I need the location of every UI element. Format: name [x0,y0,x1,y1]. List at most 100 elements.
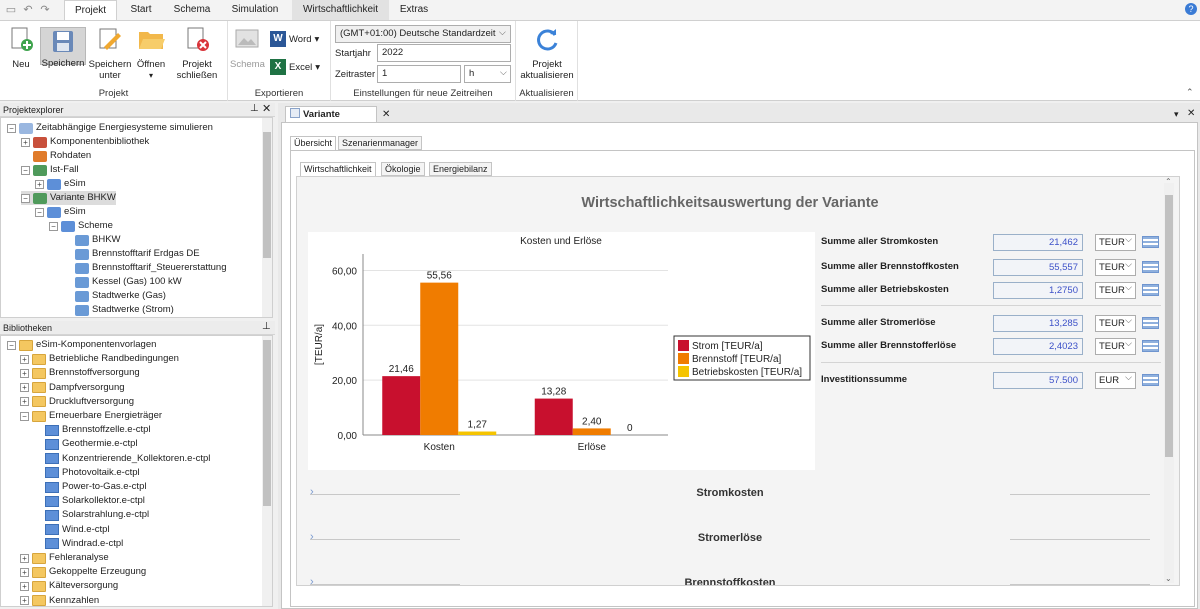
tree-item[interactable]: BHKW [63,233,121,247]
content-scrollbar[interactable]: ⌃ ⌄ [1164,177,1174,583]
tab-simulation[interactable]: Simulation [224,0,286,20]
redo-icon[interactable]: ↷ [37,2,53,18]
app-menu-icon[interactable]: ▭ [3,2,19,18]
pin-icon[interactable]: ⊥ [250,103,259,114]
summary-value[interactable]: 1,2750 [993,282,1083,299]
tab-start[interactable]: Start [121,0,161,20]
details-list-icon[interactable] [1142,236,1159,248]
library-template[interactable]: Solarstrahlung.e-ctpl [33,508,149,522]
tree-scrollbar[interactable] [262,118,272,317]
summary-unit-select[interactable]: TEUR [1095,313,1136,332]
expand-icon[interactable]: + [20,368,29,378]
summary-unit-select[interactable]: TEUR [1095,232,1136,251]
save-as-button[interactable]: Speichern unter [88,25,132,81]
library-folder[interactable]: + Dampfversorgung [20,381,125,395]
tab-energiebilanz[interactable]: Energiebilanz [429,162,492,176]
summary-unit-select[interactable]: TEUR [1095,280,1136,299]
open-dropdown-icon[interactable]: ▾ [149,71,153,80]
library-template[interactable]: Power-to-Gas.e-ctpl [33,480,146,494]
tree-item[interactable]: Stadtwerke (Strom) [63,303,174,317]
close-project-button[interactable]: Projekt schließen [174,25,220,81]
tree-scrollbar[interactable] [262,336,272,606]
tree-item[interactable]: − Variante BHKW [21,191,116,205]
scroll-up-icon[interactable]: ⌃ [1165,177,1172,186]
open-button[interactable]: Öffnen ▾ [134,25,168,81]
tab-projekt[interactable]: Projekt [64,0,117,20]
tab-schema[interactable]: Schema [168,0,216,20]
expand-icon[interactable]: + [20,581,29,591]
library-template[interactable]: Geothermie.e-ctpl [33,437,138,451]
summary-value[interactable]: 21,462 [993,234,1083,251]
close-document-icon[interactable]: ✕ [1187,108,1195,119]
library-folder[interactable]: + Gekoppelte Erzeugung [20,565,146,579]
tab-uebersicht[interactable]: Übersicht [290,136,337,150]
library-folder[interactable]: − Erneuerbare Energieträger [20,409,162,423]
collapse-icon[interactable]: − [7,340,16,350]
section-stromerloese[interactable]: › Stromerlöse [300,525,1160,553]
zeitraster-input[interactable]: 1 [377,65,461,83]
startjahr-input[interactable]: 2022 [377,44,511,62]
summary-unit-select[interactable]: TEUR [1095,336,1136,355]
library-template[interactable]: Wind.e-ctpl [33,523,110,537]
tab-szenarienmanager[interactable]: Szenarienmanager [338,136,423,150]
library-folder[interactable]: − eSim-Komponentenvorlagen [7,338,156,352]
schema-export-button[interactable]: Schema [230,25,265,70]
library-folder[interactable]: + Kälteversorgung [20,579,118,593]
library-folder[interactable]: + Fehleranalyse [20,551,109,565]
library-folder[interactable]: + Kennzahlen [20,594,99,606]
details-list-icon[interactable] [1142,284,1159,296]
library-folder[interactable]: + Druckluftversorgung [20,395,134,409]
collapse-icon[interactable]: − [35,207,44,217]
summary-value[interactable]: 57.500 [993,372,1083,389]
tree-item[interactable]: − Ist-Fall [21,163,79,177]
tab-wirtschaftlichkeit-sub[interactable]: Wirtschaftlichkeit [300,162,376,176]
tree-scroll-thumb[interactable] [263,340,271,506]
summary-value[interactable]: 13,285 [993,315,1083,332]
expand-icon[interactable]: + [20,397,29,407]
collapse-icon[interactable]: − [20,411,29,421]
collapse-ribbon-icon[interactable]: ⌃ [1186,87,1194,98]
new-button[interactable]: Neu [4,25,38,70]
expand-icon[interactable]: + [20,553,29,563]
library-template[interactable]: Solarkollektor.e-ctpl [33,494,145,508]
content-scroll-thumb[interactable] [1165,195,1173,457]
tree-scroll-thumb[interactable] [263,132,271,258]
tab-extras[interactable]: Extras [394,0,434,20]
summary-unit-select[interactable]: EUR [1095,370,1136,389]
details-list-icon[interactable] [1142,261,1159,273]
tab-oekologie[interactable]: Ökologie [381,162,425,176]
details-list-icon[interactable] [1142,317,1159,329]
tree-item[interactable]: Rohdaten [21,149,91,163]
tree-item[interactable]: Kessel (Gas) 100 kW [63,275,182,289]
help-icon[interactable]: ? [1185,3,1197,15]
tree-item[interactable]: − Zeitabhängige Energiesysteme simulieren [7,121,213,135]
close-tab-icon[interactable]: ✕ [382,109,390,120]
collapse-icon[interactable]: − [49,221,58,231]
tree-item[interactable]: + Komponentenbibliothek [21,135,149,149]
expand-icon[interactable]: + [21,137,30,147]
section-stromkosten[interactable]: › Stromkosten [300,480,1160,508]
document-tab[interactable]: Variante BHKW [285,106,377,135]
expand-icon[interactable]: + [20,596,29,606]
tree-item[interactable]: − Scheme [49,219,113,233]
scroll-down-icon[interactable]: ⌄ [1165,574,1172,583]
tree-item[interactable]: Brennstofftarif Erdgas DE [63,247,200,261]
tree-item[interactable]: − eSim [35,205,86,219]
section-brennstoffkosten[interactable]: › Brennstoffkosten [300,570,1160,585]
expand-icon[interactable]: + [20,567,29,577]
expand-icon[interactable]: + [20,383,29,393]
collapse-icon[interactable]: − [21,193,30,203]
summary-unit-select[interactable]: TEUR [1095,257,1136,276]
collapse-icon[interactable]: − [21,165,30,175]
tree-item[interactable]: + eSim [35,177,86,191]
timezone-select[interactable]: (GMT+01:00) Deutsche Standardzeit [335,25,511,43]
details-list-icon[interactable] [1142,374,1159,386]
library-template[interactable]: Konzentrierende_Kollektoren.e-ctpl [33,452,210,466]
summary-value[interactable]: 2,4023 [993,338,1083,355]
library-folder[interactable]: + Brennstoffversorgung [20,366,140,380]
pin-icon[interactable]: ⊥ [262,321,271,332]
expand-icon[interactable]: + [35,179,44,189]
tab-menu-icon[interactable]: ▾ [1174,109,1179,120]
library-folder[interactable]: + Betriebliche Randbedingungen [20,352,179,366]
library-template[interactable]: Photovoltaik.e-ctpl [33,466,140,480]
